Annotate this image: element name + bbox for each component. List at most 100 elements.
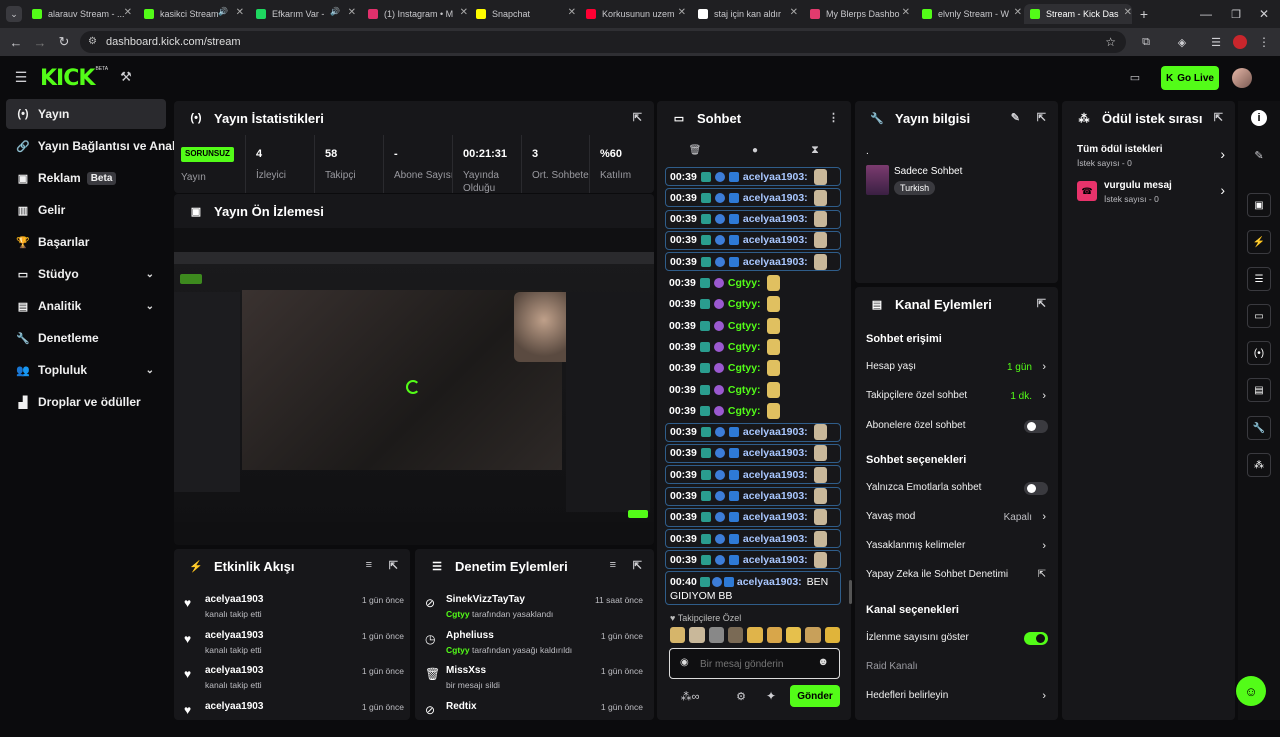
close-tab-icon[interactable]: ✕ [348, 7, 356, 18]
popout-icon[interactable]: ⇱ [1214, 111, 1223, 124]
emote-icon[interactable] [766, 627, 782, 643]
chat-username[interactable]: acelyaa1903: [743, 192, 808, 204]
bookmark-star-icon[interactable]: ☆ [1105, 31, 1116, 53]
ai-moderation-row[interactable]: Yapay Zeka ile Sohbet Denetimi ⇱ [866, 569, 1048, 589]
event-row[interactable]: ♥ acelyaa1903 kanalı takip etti 1 gün önce [184, 630, 404, 666]
chat-menu-icon[interactable]: ⋮ [828, 111, 839, 124]
followers-only-row[interactable]: Takipçilere özel sohbet 1 dk. › [866, 390, 1048, 410]
browser-tab[interactable]: staj için kan aldır ✕ [698, 4, 798, 24]
show-viewers-toggle[interactable] [1024, 632, 1048, 645]
chat-username[interactable]: Cgtyy: [728, 298, 761, 310]
moderation-target[interactable]: MissXss [446, 665, 486, 676]
emote-icon[interactable] [747, 627, 763, 643]
rail-server-icon[interactable]: ▤ [1247, 378, 1271, 402]
hourglass-icon[interactable]: ⧗ [808, 143, 822, 157]
raid-channel-row[interactable]: Raid Kanalı [866, 661, 1048, 681]
sidebar-item[interactable]: 🔧 Denetleme [6, 323, 166, 353]
chat-settings-group-icon[interactable]: ⁂∞ [675, 688, 705, 704]
url-field[interactable]: ⚙ dashboard.kick.com/stream ☆ [80, 31, 1126, 53]
user-avatar[interactable] [1232, 68, 1252, 88]
browser-tab[interactable]: kasikci Stream 🔊 ✕ [144, 4, 244, 24]
edit-pencil-icon[interactable]: ✎ [1011, 111, 1020, 124]
close-tab-icon[interactable]: ✕ [236, 7, 244, 18]
event-username[interactable]: acelyaa1903 [205, 594, 263, 605]
preview-video[interactable] [174, 252, 654, 522]
emote-icon[interactable] [670, 627, 686, 643]
chat-username[interactable]: acelyaa1903: [743, 533, 808, 545]
all-rewards-row[interactable]: Tüm ödül istekleri İstek sayısı - 0 › [1077, 144, 1225, 170]
chat-username[interactable]: Cgtyy: [728, 320, 761, 332]
support-chat-icon[interactable]: ☺ [1236, 676, 1266, 706]
browser-tab[interactable]: Snapchat ✕ [476, 4, 576, 24]
emote-icon[interactable] [708, 627, 724, 643]
sidebar-item[interactable]: 👥 Topluluk ⌄ [6, 355, 166, 385]
close-tab-icon[interactable]: ✕ [1124, 7, 1132, 18]
browser-tab[interactable]: My Blerps Dashbo ✕ [810, 4, 910, 24]
audio-playing-icon[interactable]: 🔊 [330, 7, 340, 16]
category-name[interactable]: Sadece Sohbet [894, 166, 962, 177]
chat-input-box[interactable]: ◉ ☻ [669, 648, 840, 679]
event-username[interactable]: acelyaa1903 [205, 665, 263, 676]
sidebar-item[interactable]: 🏆 Başarılar [6, 227, 166, 257]
rail-lightning-icon[interactable]: ⚡ [1247, 230, 1271, 254]
banned-words-row[interactable]: Yasaklanmış kelimeler › [866, 540, 1048, 560]
subs-only-toggle[interactable] [1024, 420, 1048, 433]
chat-username[interactable]: acelyaa1903: [743, 171, 808, 183]
chat-username[interactable]: acelyaa1903: [743, 213, 808, 225]
reload-icon[interactable]: ↻ [56, 34, 72, 50]
new-tab-icon[interactable]: + [1136, 5, 1152, 23]
emotes-only-toggle[interactable] [1024, 482, 1048, 495]
chat-username[interactable]: acelyaa1903: [743, 490, 808, 502]
rail-wrench-icon[interactable]: 🔧 [1247, 416, 1271, 440]
close-tab-icon[interactable]: ✕ [790, 7, 798, 18]
tab-search-icon[interactable]: ⌄ [6, 6, 22, 22]
moderation-row[interactable]: ⊘ SinekVizzTayTay Cgtyy tarafından yasakla… [425, 594, 643, 630]
maximize-icon[interactable]: ❐ [1226, 4, 1246, 24]
sidebar-item[interactable]: ▭ Stüdyo ⌄ [6, 259, 166, 289]
moderation-target[interactable]: SinekVizzTayTay [446, 594, 525, 605]
set-goals-row[interactable]: Hedefleri belirleyin › [866, 690, 1048, 710]
moderation-row[interactable]: ⊘ Redtix 1 gün önce [425, 701, 643, 737]
chat-username[interactable]: acelyaa1903: [743, 256, 808, 268]
close-tab-icon[interactable]: ✕ [678, 7, 686, 18]
chat-username[interactable]: acelyaa1903: [743, 511, 808, 523]
event-username[interactable]: acelyaa1903 [205, 701, 263, 712]
event-row[interactable]: ♥ acelyaa1903 kanalı takip etti 1 gün önce [184, 665, 404, 701]
emoji-icon[interactable]: ☻ [817, 656, 829, 668]
chat-scrollbar[interactable] [849, 580, 852, 604]
gear-icon[interactable]: ⚙ [734, 688, 748, 704]
moderator-name[interactable]: Cgtyy [446, 645, 470, 655]
kick-logo[interactable]: KICKBETA [40, 66, 108, 91]
emote-icon[interactable] [805, 627, 821, 643]
rail-list-icon[interactable]: ☰ [1247, 267, 1271, 291]
rail-preview-icon[interactable]: ▣ [1247, 193, 1271, 217]
go-live-button[interactable]: K Go Live [1161, 66, 1219, 90]
hamburger-menu-icon[interactable]: ☰ [12, 68, 30, 86]
send-button[interactable]: Gönder [790, 685, 840, 707]
moderation-target[interactable]: Redtix [446, 701, 477, 712]
emote-icon[interactable] [727, 627, 744, 643]
moderation-target[interactable]: Apheliuss [446, 630, 494, 641]
chevron-down-icon[interactable]: ⌄ [146, 269, 154, 280]
slow-mode-row[interactable]: Yavaş mod Kapalı › [866, 511, 1048, 531]
chat-username[interactable]: Cgtyy: [728, 277, 761, 289]
record-icon[interactable]: ◉ [680, 657, 689, 668]
browser-menu-icon[interactable]: ⋮ [1256, 34, 1272, 50]
filter-icon[interactable]: ≡ [610, 559, 616, 571]
browser-tab[interactable]: (1) Instagram • M ✕ [368, 4, 468, 24]
extensions-icon[interactable]: ⧉ [1138, 34, 1154, 50]
moderation-row[interactable]: 🗑 MissXss bir mesajı sildi 1 gün önce [425, 665, 643, 701]
chat-username[interactable]: Cgtyy: [728, 384, 761, 396]
emote-icon[interactable] [689, 627, 705, 643]
chat-username[interactable]: acelyaa1903: [743, 234, 808, 246]
back-icon[interactable]: ← [8, 34, 24, 50]
chat-username[interactable]: acelyaa1903: [743, 447, 808, 459]
event-row[interactable]: ♥ acelyaa1903 1 gün önce [184, 701, 404, 737]
popout-icon[interactable]: ⇱ [1037, 297, 1046, 310]
moderation-row[interactable]: ◷ Apheliuss Cgtyy tarafından yasağı kaldır… [425, 630, 643, 666]
rail-broadcast-icon[interactable]: (•) [1247, 341, 1271, 365]
sidebar-item[interactable]: ▥ Gelir [6, 195, 166, 225]
close-tab-icon[interactable]: ✕ [1014, 7, 1022, 18]
browser-tab[interactable]: elvnly Stream - W ✕ [922, 4, 1022, 24]
popout-icon[interactable]: ⇱ [389, 559, 398, 572]
